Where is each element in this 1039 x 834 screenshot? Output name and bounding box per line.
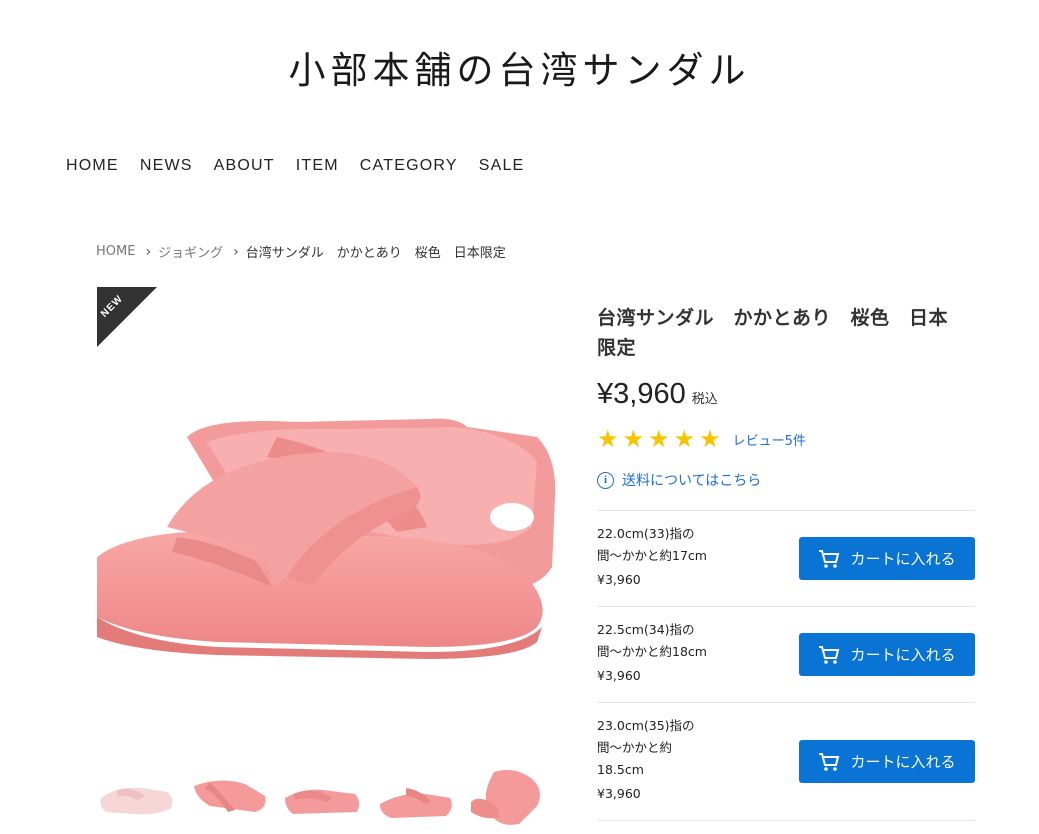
breadcrumb: HOME › ジョギング › 台湾サンダル かかとあり 桜色 日本限定 bbox=[96, 242, 506, 262]
star-icon: ★ bbox=[699, 425, 721, 453]
variant-size: 18.5cm bbox=[597, 762, 644, 777]
chevron-right-icon: › bbox=[145, 243, 152, 260]
review-link[interactable]: レビュー5件 bbox=[733, 430, 806, 449]
tax-label: 税込 bbox=[691, 391, 718, 406]
sandal-illustration bbox=[97, 418, 556, 659]
product-price: ¥3,960 bbox=[597, 378, 686, 410]
sandal-thumbnail-icon bbox=[194, 780, 266, 812]
variant-size: 22.0cm(33)指の bbox=[597, 526, 695, 541]
thumbnail-1[interactable] bbox=[97, 768, 176, 830]
variant-info: 22.0cm(33)指の 間～かかと約17cm ¥3,960 bbox=[597, 511, 767, 591]
add-to-cart-label: カートに入れる bbox=[850, 753, 956, 771]
sandal-thumbnail-icon bbox=[285, 789, 360, 814]
sandal-thumbnail-icon bbox=[380, 788, 452, 818]
variant-size: 間～かかと約 bbox=[597, 740, 673, 755]
star-icon: ★ bbox=[648, 425, 670, 453]
product-main-image[interactable]: NEW bbox=[97, 287, 557, 757]
breadcrumb-home[interactable]: HOME bbox=[96, 244, 135, 259]
product-title: 台湾サンダル かかとあり 桜色 日本限定 bbox=[597, 307, 949, 359]
variant-size: 間～かかと約17cm bbox=[597, 548, 707, 563]
cart-icon bbox=[819, 645, 840, 664]
variant-size: 間～かかと約18cm bbox=[597, 644, 707, 659]
cart-icon bbox=[819, 752, 840, 771]
variant-info: 22.5cm(34)指の 間～かかと約18cm ¥3,960 bbox=[597, 607, 767, 687]
add-to-cart-label: カートに入れる bbox=[850, 550, 956, 568]
nav-item[interactable]: ITEM bbox=[296, 157, 339, 175]
nav-news[interactable]: NEWS bbox=[140, 157, 193, 175]
nav-home[interactable]: HOME bbox=[66, 157, 119, 175]
variant-row: 23.0cm(35)指の 間～かかと約 18.5cm ¥3,960 カートに入れ… bbox=[597, 703, 975, 821]
add-to-cart-button[interactable]: カートに入れる bbox=[799, 740, 975, 783]
variant-size: 22.5cm(34)指の bbox=[597, 622, 695, 637]
thumbnail-4[interactable] bbox=[376, 768, 455, 830]
price-row: ¥3,960 税込 bbox=[597, 378, 718, 411]
variant-price: ¥3,960 bbox=[597, 668, 641, 683]
chevron-right-icon: › bbox=[233, 243, 239, 260]
variant-list: 22.0cm(33)指の 間～かかと約17cm ¥3,960 カートに入れる 2… bbox=[597, 510, 975, 821]
breadcrumb-category[interactable]: ジョギング bbox=[158, 242, 223, 261]
add-to-cart-button[interactable]: カートに入れる bbox=[799, 633, 975, 676]
thumbnail-5[interactable] bbox=[469, 768, 548, 830]
thumbnail-3[interactable] bbox=[283, 768, 362, 830]
star-icon: ★ bbox=[622, 425, 645, 453]
variant-row: 22.5cm(34)指の 間～かかと約18cm ¥3,960 カートに入れる bbox=[597, 607, 975, 703]
variant-info: 23.0cm(35)指の 間～かかと約 18.5cm ¥3,960 bbox=[597, 703, 767, 805]
star-icon: ★ bbox=[673, 425, 696, 453]
site-title[interactable]: 小部本舗の台湾サンダル bbox=[0, 40, 1039, 94]
nav-category[interactable]: CATEGORY bbox=[360, 157, 458, 175]
add-to-cart-label: カートに入れる bbox=[850, 646, 956, 664]
variant-row: 22.0cm(33)指の 間～かかと約17cm ¥3,960 カートに入れる bbox=[597, 511, 975, 607]
add-to-cart-button[interactable]: カートに入れる bbox=[799, 537, 975, 580]
nav-sale[interactable]: SALE bbox=[479, 157, 525, 175]
shipping-info-link[interactable]: i 送料についてはこちら bbox=[597, 470, 761, 490]
star-icon: ★ bbox=[597, 425, 619, 453]
info-icon: i bbox=[597, 471, 614, 489]
thumbnail-strip bbox=[97, 768, 548, 830]
variant-price: ¥3,960 bbox=[597, 786, 641, 801]
sandal-thumbnail-icon bbox=[100, 787, 173, 815]
thumbnail-2[interactable] bbox=[190, 768, 269, 830]
variant-size: 23.0cm(35)指の bbox=[597, 718, 695, 733]
rating-row: ★ ★ ★ ★ ★ レビュー5件 bbox=[597, 425, 806, 453]
main-nav: HOME NEWS ABOUT ITEM CATEGORY SALE bbox=[66, 157, 524, 175]
shipping-link-label: 送料についてはこちら bbox=[622, 473, 762, 489]
nav-about[interactable]: ABOUT bbox=[214, 157, 275, 175]
sandal-thumbnail-icon bbox=[471, 770, 540, 825]
variant-price: ¥3,960 bbox=[597, 572, 641, 587]
breadcrumb-current: 台湾サンダル かかとあり 桜色 日本限定 bbox=[245, 246, 506, 261]
cart-icon bbox=[819, 549, 840, 568]
